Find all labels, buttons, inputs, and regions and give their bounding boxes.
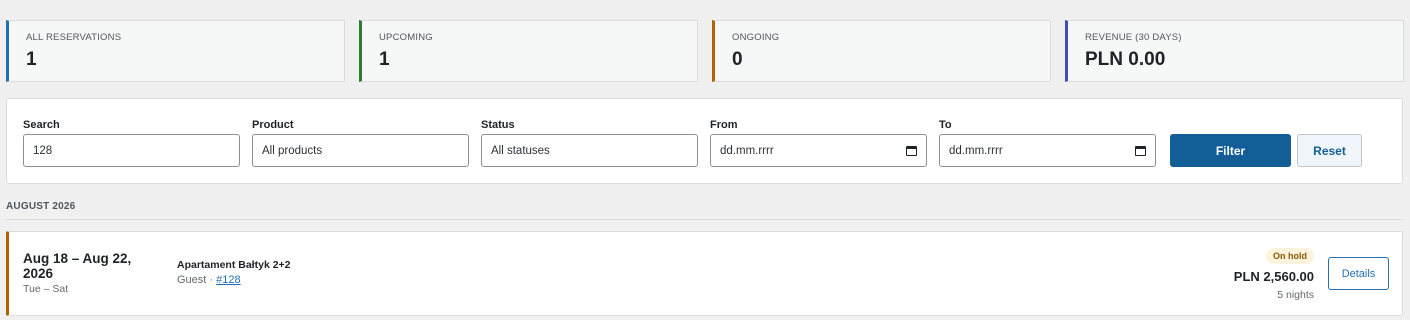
status-badge: On hold bbox=[1266, 248, 1314, 264]
search-input-value: 128 bbox=[33, 144, 53, 157]
stat-label: ONGOING bbox=[732, 32, 780, 43]
status-field: Status All statuses bbox=[481, 118, 698, 167]
stat-all-reservations: ALL RESERVATIONS 1 bbox=[6, 20, 345, 82]
product-field: Product All products bbox=[252, 118, 469, 167]
to-date-input[interactable]: dd.mm.rrrr bbox=[939, 134, 1156, 167]
status-label: Status bbox=[481, 119, 515, 131]
from-field: From dd.mm.rrrr bbox=[710, 118, 927, 167]
guest-label: Guest · bbox=[177, 274, 217, 286]
stat-ongoing: ONGOING 0 bbox=[712, 20, 1051, 82]
reservation-price: PLN 2,560.00 bbox=[1233, 269, 1314, 284]
status-select[interactable]: All statuses bbox=[481, 134, 698, 167]
reservation-card: Aug 18 – Aug 22, 2026 Tue – Sat Apartame… bbox=[6, 231, 1403, 316]
reservation-date-range: Aug 18 – Aug 22, 2026 bbox=[23, 251, 132, 281]
to-date-value: dd.mm.rrrr bbox=[949, 144, 1003, 157]
stat-label: REVENUE (30 DAYS) bbox=[1085, 32, 1182, 43]
product-label: Product bbox=[252, 119, 294, 131]
status-select-value: All statuses bbox=[491, 144, 550, 157]
reservation-nights: 5 nights bbox=[1277, 289, 1314, 301]
stat-value: 1 bbox=[26, 49, 37, 70]
filter-panel: Search 128 Product All products Status A… bbox=[6, 98, 1403, 184]
reservation-summary: On hold PLN 2,560.00 5 nights bbox=[1234, 246, 1314, 301]
stat-value: 1 bbox=[379, 49, 390, 70]
stat-value: PLN 0.00 bbox=[1085, 49, 1166, 70]
reservation-product: Apartament Bałtyk 2+2 bbox=[177, 259, 291, 271]
search-field: Search 128 bbox=[23, 118, 240, 167]
reservation-weekdays: Tue – Sat bbox=[23, 283, 69, 295]
stat-value: 0 bbox=[732, 49, 743, 70]
stat-revenue: REVENUE (30 DAYS) PLN 0.00 bbox=[1065, 20, 1404, 82]
product-select[interactable]: All products bbox=[252, 134, 469, 167]
month-group-header: AUGUST 2026 bbox=[6, 201, 1403, 220]
reservation-dates: Aug 18 – Aug 22, 2026 Tue – Sat bbox=[23, 251, 153, 295]
reset-button[interactable]: Reset bbox=[1297, 134, 1362, 167]
search-label: Search bbox=[23, 119, 60, 131]
calendar-icon[interactable] bbox=[906, 145, 917, 156]
stat-label: UPCOMING bbox=[379, 32, 433, 43]
details-button[interactable]: Details bbox=[1328, 257, 1389, 290]
product-select-value: All products bbox=[262, 144, 323, 157]
from-date-input[interactable]: dd.mm.rrrr bbox=[710, 134, 927, 167]
stats-row: ALL RESERVATIONS 1 UPCOMING 1 ONGOING 0 … bbox=[6, 20, 1404, 82]
to-label: To bbox=[939, 119, 952, 131]
filter-button[interactable]: Filter bbox=[1170, 134, 1291, 167]
reservation-guest: Guest · #128 bbox=[177, 274, 291, 286]
stat-label: ALL RESERVATIONS bbox=[26, 32, 122, 43]
to-field: To dd.mm.rrrr bbox=[939, 118, 1156, 167]
from-date-value: dd.mm.rrrr bbox=[720, 144, 774, 157]
from-label: From bbox=[710, 119, 738, 131]
calendar-icon[interactable] bbox=[1135, 145, 1146, 156]
reservation-info: Apartament Bałtyk 2+2 Guest · #128 bbox=[177, 259, 291, 286]
search-input[interactable]: 128 bbox=[23, 134, 240, 167]
stat-upcoming: UPCOMING 1 bbox=[359, 20, 698, 82]
reservation-ref-link[interactable]: #128 bbox=[216, 274, 240, 286]
